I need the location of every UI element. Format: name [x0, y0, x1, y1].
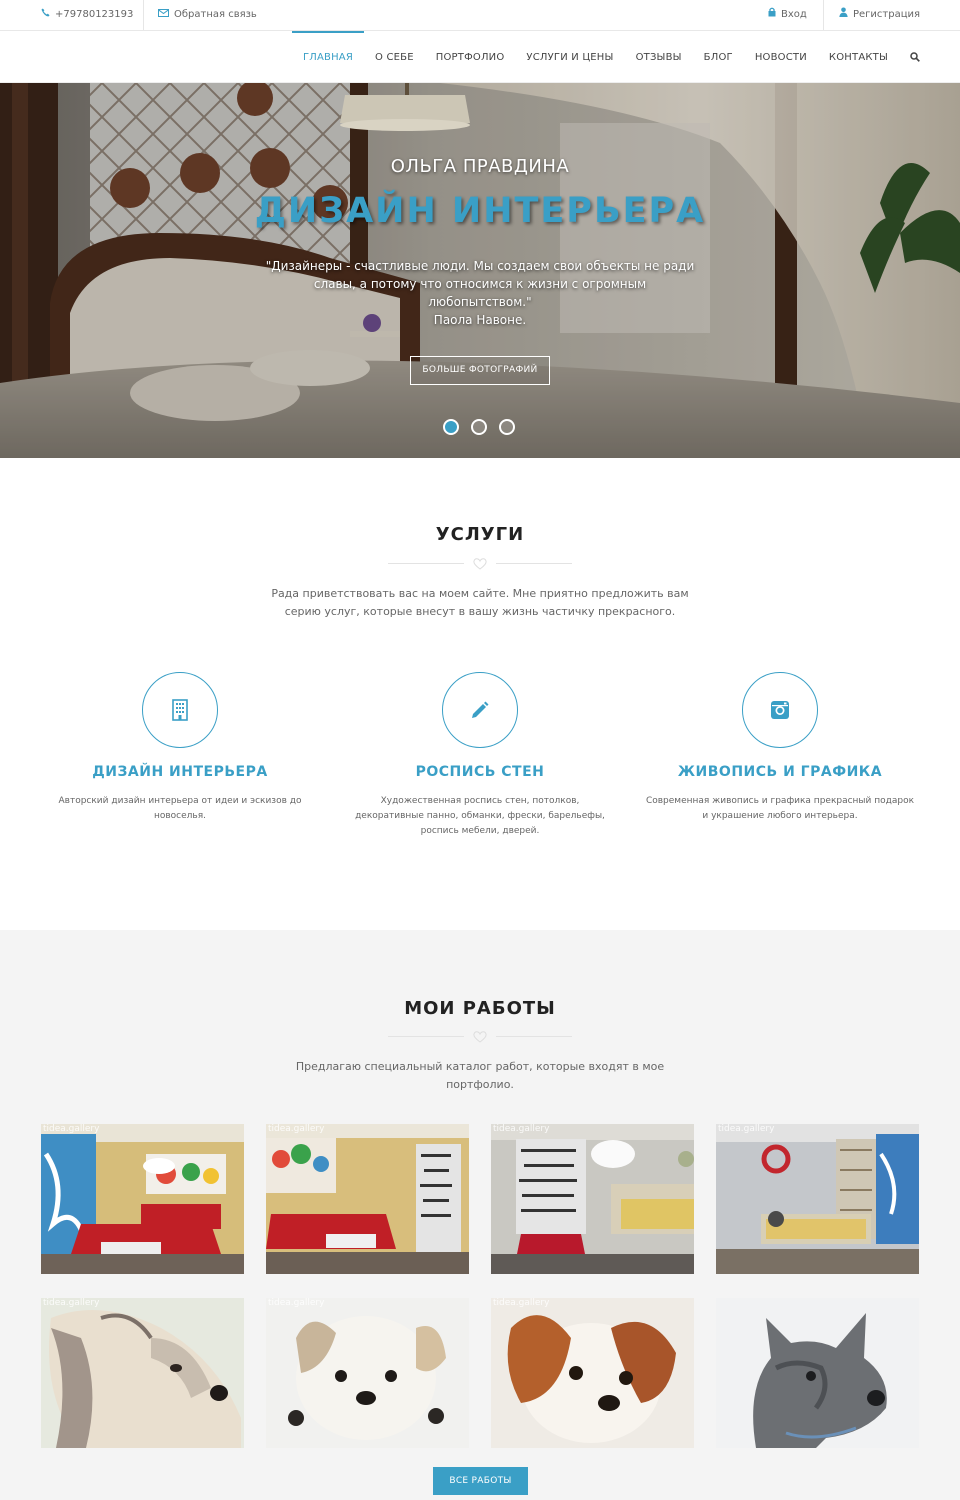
- phone-link[interactable]: +79780123193: [41, 0, 133, 30]
- section-divider: [388, 558, 572, 570]
- service-icon-circle: [142, 672, 218, 748]
- portfolio-item[interactable]: tidea.gallery: [491, 1298, 694, 1448]
- service-description: Художественная роспись стен, потолков, д…: [355, 796, 605, 836]
- login-label: Вход: [781, 9, 807, 20]
- slider-dot[interactable]: [443, 419, 459, 435]
- watermark: tidea.gallery: [493, 1298, 550, 1308]
- portfolio-image: [266, 1124, 469, 1274]
- feedback-label: Обратная связь: [174, 9, 257, 20]
- phone-number: +79780123193: [55, 9, 134, 20]
- heart-icon: [473, 558, 487, 570]
- service-description: Авторский дизайн интерьера от идеи и эск…: [58, 796, 302, 821]
- watermark: tidea.gallery: [718, 1124, 775, 1134]
- topbar-divider: [143, 0, 144, 30]
- login-link[interactable]: Вход: [768, 0, 807, 30]
- works-lead: Предлагаю специальный каталог работ, кот…: [295, 1060, 665, 1091]
- service-description: Современная живопись и графика прекрасны…: [645, 796, 915, 821]
- works-title: МОИ РАБОТЫ: [404, 998, 556, 1019]
- more-photos-button[interactable]: БОЛЬШЕ ФОТОГРАФИЙ: [410, 356, 550, 385]
- service-icon-circle: [442, 672, 518, 748]
- search-button[interactable]: [899, 31, 920, 83]
- nav-item-portfolio[interactable]: ПОРТФОЛИО: [425, 31, 516, 83]
- slider-dot[interactable]: [499, 419, 515, 435]
- main-header: ГЛАВНАЯ О СЕБЕ ПОРТФОЛИО УСЛУГИ И ЦЕНЫ О…: [0, 31, 960, 83]
- feedback-link[interactable]: Обратная связь: [158, 0, 257, 30]
- portfolio-image: [266, 1298, 469, 1448]
- portfolio-item[interactable]: tidea.gallery: [41, 1124, 244, 1274]
- register-label: Регистрация: [853, 9, 921, 20]
- portfolio-item[interactable]: tidea.gallery: [266, 1298, 469, 1448]
- hero-title: ДИЗАЙН ИНТЕРЬЕРА: [254, 191, 706, 231]
- nav-item-services-prices[interactable]: УСЛУГИ И ЦЕНЫ: [515, 31, 624, 83]
- portfolio-item[interactable]: tidea.gallery: [41, 1298, 244, 1448]
- service-title: ДИЗАЙН ИНТЕРЬЕРА: [92, 764, 268, 780]
- portfolio-item[interactable]: tidea.gallery: [716, 1124, 919, 1274]
- portfolio-item[interactable]: tidea.gallery: [491, 1124, 694, 1274]
- hero-quote-line: славы, а потому что относимся к жизни с …: [313, 277, 647, 291]
- nav-item-about[interactable]: О СЕБЕ: [364, 31, 425, 83]
- watermark: tidea.gallery: [268, 1124, 325, 1134]
- topbar-divider: [823, 0, 824, 30]
- section-divider: [388, 1031, 572, 1043]
- phone-icon: [41, 0, 50, 30]
- portfolio-image: [716, 1298, 919, 1448]
- hero-quote: "Дизайнеры - счастливые люди. Мы создаем…: [260, 257, 700, 329]
- watermark: tidea.gallery: [43, 1124, 100, 1134]
- pencil-icon: [472, 701, 489, 718]
- service-card-painting-graphics[interactable]: ЖИВОПИСЬ И ГРАФИКА Современная живопись …: [645, 672, 915, 824]
- nav-item-news[interactable]: НОВОСТИ: [744, 31, 818, 83]
- portfolio-image: [41, 1124, 244, 1274]
- register-link[interactable]: Регистрация: [839, 0, 920, 30]
- heart-icon: [473, 1031, 487, 1043]
- watermark: tidea.gallery: [43, 1298, 100, 1308]
- envelope-icon: [158, 0, 169, 30]
- portfolio-image: [716, 1124, 919, 1274]
- hero-quote-line: любопытством.": [428, 295, 532, 309]
- services-title: УСЛУГИ: [435, 524, 525, 545]
- slider-dot[interactable]: [471, 419, 487, 435]
- nav-item-reviews[interactable]: ОТЗЫВЫ: [625, 31, 693, 83]
- hero-quote-author: Паола Навоне.: [433, 313, 527, 327]
- portfolio-image: [491, 1298, 694, 1448]
- search-icon: [910, 52, 920, 62]
- hero-slider: ОЛЬГА ПРАВДИНА ДИЗАЙН ИНТЕРЬЕРА "Дизайне…: [0, 83, 960, 458]
- service-title: РОСПИСЬ СТЕН: [415, 764, 545, 780]
- slider-pagination: [443, 419, 515, 435]
- main-nav: ГЛАВНАЯ О СЕБЕ ПОРТФОЛИО УСЛУГИ И ЦЕНЫ О…: [291, 31, 920, 83]
- lock-icon: [768, 0, 776, 30]
- user-icon: [839, 0, 848, 30]
- portfolio-image: [41, 1298, 244, 1448]
- service-title: ЖИВОПИСЬ И ГРАФИКА: [677, 764, 883, 780]
- watermark: tidea.gallery: [268, 1298, 325, 1308]
- top-bar: +79780123193 Обратная связь Вход Регистр…: [0, 0, 960, 31]
- portfolio-item[interactable]: [716, 1298, 919, 1448]
- service-icon-circle: [742, 672, 818, 748]
- nav-item-contacts[interactable]: КОНТАКТЫ: [818, 31, 899, 83]
- service-card-interior-design[interactable]: ДИЗАЙН ИНТЕРЬЕРА Авторский дизайн интерь…: [45, 672, 315, 824]
- hero-quote-line: "Дизайнеры - счастливые люди. Мы создаем…: [265, 259, 695, 273]
- all-works-button[interactable]: ВСЕ РАБОТЫ: [433, 1467, 528, 1495]
- hero-subtitle: ОЛЬГА ПРАВДИНА: [390, 156, 570, 177]
- service-card-wall-painting[interactable]: РОСПИСЬ СТЕН Художественная роспись стен…: [345, 672, 615, 839]
- watermark: tidea.gallery: [493, 1124, 550, 1134]
- nav-item-home[interactable]: ГЛАВНАЯ: [291, 31, 364, 83]
- building-icon: [172, 699, 188, 721]
- instagram-icon: [771, 701, 789, 719]
- portfolio-image: [491, 1124, 694, 1274]
- portfolio-item[interactable]: tidea.gallery: [266, 1124, 469, 1274]
- services-lead: Рада приветствовать вас на моем сайте. М…: [271, 587, 689, 618]
- nav-item-blog[interactable]: БЛОГ: [693, 31, 744, 83]
